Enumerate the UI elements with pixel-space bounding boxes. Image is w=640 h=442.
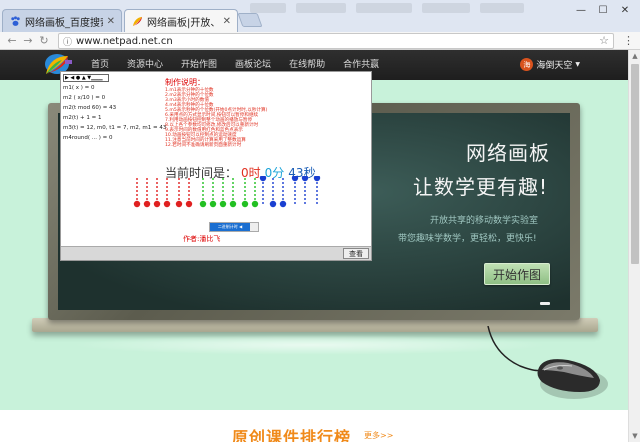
board-slogan: 开放共享的移动数学实验室 — [430, 216, 539, 226]
scroll-up-icon[interactable]: ▲ — [629, 50, 640, 62]
page-info-icon[interactable]: ⓘ — [63, 35, 72, 48]
tab-baidu-search[interactable]: 网络画板_百度搜索 ✕ — [2, 9, 122, 32]
blurred-bookmark — [480, 3, 524, 13]
instruction-line: 12.若时间不准确请刷新页面重新计时 — [165, 143, 242, 148]
browser-toolbar: ← → ↻ ⓘ www.netpad.net.cn ☆ ⋮ — [0, 32, 640, 50]
minimize-icon[interactable]: — — [570, 2, 592, 18]
scrollbar-thumb[interactable] — [631, 64, 639, 264]
binary-clock-beads[interactable] — [61, 176, 372, 216]
bead[interactable] — [175, 200, 183, 208]
tab-netpad[interactable]: 网络画板|开放、共享的 ✕ — [124, 9, 238, 32]
avatar: 海 — [520, 58, 534, 71]
close-icon[interactable]: ✕ — [107, 16, 115, 27]
clock-applet[interactable]: ▶ ◀ ● ▲ ▼▁▁▁ m1( x ) = 0 m2 ( x/10 ) = 0… — [60, 71, 372, 261]
bead[interactable] — [313, 176, 321, 182]
blurred-bookmark — [356, 3, 412, 13]
user-name: 海倒天空 — [536, 61, 573, 71]
more-link[interactable]: 更多>> — [364, 430, 393, 441]
netpad-favicon-icon — [131, 15, 143, 27]
new-tab-button[interactable] — [237, 13, 263, 27]
bead[interactable] — [269, 200, 277, 208]
formula: m4round( ... ) = 0 — [63, 135, 113, 141]
bead[interactable] — [185, 200, 193, 208]
browser-tab-bar: 网络画板_百度搜索 ✕ 网络画板|开放、共享的 ✕ — ☐ ✕ — [0, 0, 640, 32]
board-slogan: 带您趣味学数学，更轻松，更快乐! — [398, 234, 537, 244]
bead[interactable] — [241, 200, 249, 208]
window-controls: — ☐ ✕ — [570, 2, 636, 18]
board-title: 网络画板 — [466, 141, 550, 165]
formula: m2 ( x/10 ) = 0 — [63, 95, 106, 101]
blurred-bookmark — [422, 3, 470, 13]
back-arrow-icon[interactable]: ← — [4, 33, 20, 49]
bead[interactable] — [259, 176, 267, 182]
bead[interactable] — [291, 176, 299, 182]
url-text: www.netpad.net.cn — [76, 35, 173, 47]
applet-toolbar[interactable]: ▶ ◀ ● ▲ ▼▁▁▁ — [63, 74, 109, 82]
applet-footer: 查看 — [61, 246, 371, 260]
bookmark-star-icon[interactable]: ☆ — [599, 34, 609, 47]
section-title: 原创课件排行榜 — [232, 428, 352, 442]
chalk-piece — [540, 302, 550, 305]
author-credit: 作者:潘比飞 — [183, 235, 221, 243]
view-button[interactable]: 查看 — [343, 248, 369, 259]
bead[interactable] — [251, 200, 259, 208]
scroll-down-icon[interactable]: ▼ — [629, 430, 640, 442]
bead[interactable] — [199, 200, 207, 208]
bead[interactable] — [133, 200, 141, 208]
reload-icon[interactable]: ↻ — [36, 33, 52, 49]
blurred-bookmark — [296, 3, 346, 13]
bead[interactable] — [163, 200, 171, 208]
binary-timer-control[interactable]: 二进制计时 ◀ — [209, 222, 259, 232]
bead[interactable] — [153, 200, 161, 208]
address-bar[interactable]: ⓘ www.netpad.net.cn ☆ — [58, 33, 614, 49]
computer-mouse-icon — [487, 326, 608, 399]
bead[interactable] — [143, 200, 151, 208]
chevron-down-icon: ▼ — [575, 61, 580, 68]
formula: m2(t mod 60) = 43 — [63, 105, 117, 111]
formula: m2(t) + 1 = 1 — [63, 115, 102, 121]
bead[interactable] — [209, 200, 217, 208]
close-window-icon[interactable]: ✕ — [614, 2, 636, 18]
close-icon[interactable]: ✕ — [223, 16, 231, 27]
forward-arrow-icon[interactable]: → — [20, 33, 36, 49]
bead[interactable] — [229, 200, 237, 208]
board-glow — [70, 335, 550, 355]
tab-title: 网络画板_百度搜索 — [25, 17, 103, 29]
user-menu[interactable]: 海 海倒天空 ▼ — [520, 58, 580, 71]
formula: m1( x ) = 0 — [63, 85, 95, 91]
maximize-icon[interactable]: ☐ — [592, 2, 614, 18]
bead[interactable] — [219, 200, 227, 208]
board-subtitle: 让数学更有趣! — [413, 175, 549, 199]
page-scrollbar[interactable]: ▲ ▼ — [628, 50, 640, 442]
formula: m3(t) = 12, m0, t1 = 7, m2, m1 = 43 — [63, 125, 167, 131]
tab-title: 网络画板|开放、共享的 — [147, 17, 219, 29]
blurred-bookmark — [250, 3, 286, 13]
browser-menu-icon[interactable]: ⋮ — [623, 34, 634, 48]
start-drawing-button[interactable]: 开始作图 — [484, 263, 550, 285]
bead[interactable] — [279, 200, 287, 208]
bead[interactable] — [301, 176, 309, 182]
paw-icon — [9, 15, 21, 27]
binary-timer-button[interactable]: 二进制计时 ◀ — [210, 223, 250, 231]
